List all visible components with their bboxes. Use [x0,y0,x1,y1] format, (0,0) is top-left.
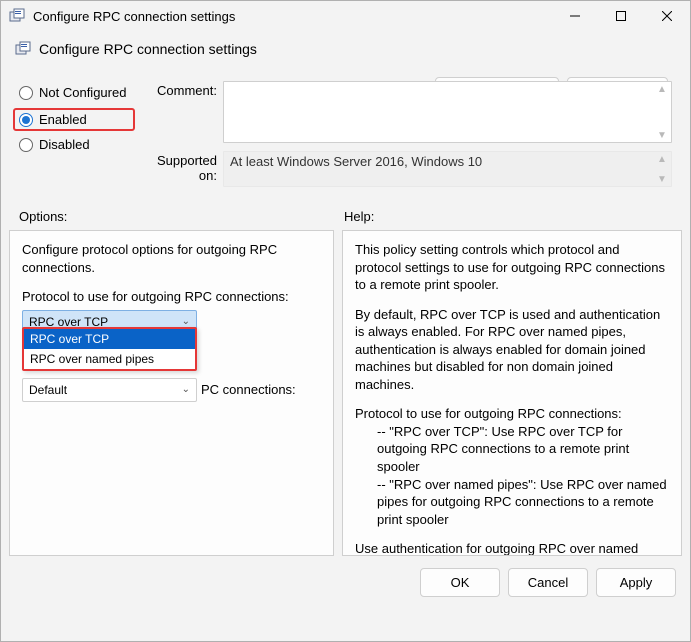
auth-label-trailing: PC connections: [201,381,296,399]
app-icon [9,8,25,24]
help-p3a: -- "RPC over TCP": Use RPC over TCP for … [355,423,669,476]
radio-not-configured[interactable]: Not Configured [19,85,129,100]
options-intro: Configure protocol options for outgoing … [22,241,321,276]
header-title: Configure RPC connection settings [39,41,257,57]
window: Configure RPC connection settings Config… [0,0,691,642]
protocol-label: Protocol to use for outgoing RPC connect… [22,288,321,306]
supported-on-box: At least Windows Server 2016, Windows 10… [223,151,672,187]
auth-select[interactable]: Default ⌄ [22,378,197,402]
comment-label: Comment: [139,81,223,98]
help-p3: Protocol to use for outgoing RPC connect… [355,405,669,423]
radio-circle-icon [19,113,33,127]
policy-icon [15,41,31,57]
radio-enabled[interactable]: Enabled [19,112,129,127]
maximize-button[interactable] [598,1,644,31]
scroll-up-icon[interactable]: ▲ [657,84,667,94]
scroll-up-icon[interactable]: ▲ [657,154,667,164]
radio-label: Disabled [39,137,90,152]
chevron-down-icon: ⌄ [182,383,190,397]
supported-label: Supported on: [139,151,223,183]
radio-label: Not Configured [39,85,126,100]
help-panel: This policy setting controls which proto… [342,230,682,556]
header: Configure RPC connection settings [1,31,690,59]
window-title: Configure RPC connection settings [33,9,552,24]
comment-input[interactable]: ▲ ▼ [223,81,672,143]
scroll-down-icon[interactable]: ▼ [657,130,667,140]
help-p4: Use authentication for outgoing RPC over… [355,540,669,556]
radio-label: Enabled [39,112,87,127]
help-p2: By default, RPC over TCP is used and aut… [355,306,669,394]
apply-button[interactable]: Apply [596,568,676,597]
state-radio-group: Not Configured Enabled Disabled [19,81,129,195]
cancel-button[interactable]: Cancel [508,568,588,597]
radio-circle-icon [19,86,33,100]
scroll-down-icon[interactable]: ▼ [657,174,667,184]
protocol-option-named-pipes[interactable]: RPC over named pipes [24,349,195,369]
radio-circle-icon [19,138,33,152]
supported-value: At least Windows Server 2016, Windows 10 [230,154,482,169]
ok-button[interactable]: OK [420,568,500,597]
radio-dot-icon [22,116,30,124]
close-button[interactable] [644,1,690,31]
radio-disabled[interactable]: Disabled [19,137,129,152]
help-p3b: -- "RPC over named pipes": Use RPC over … [355,476,669,529]
options-label: Options: [19,209,344,224]
minimize-button[interactable] [552,1,598,31]
titlebar: Configure RPC connection settings [1,1,690,31]
options-panel: Configure protocol options for outgoing … [9,230,334,556]
help-p1: This policy setting controls which proto… [355,241,669,294]
auth-select-value: Default [29,382,182,398]
protocol-dropdown-list: RPC over TCP RPC over named pipes [22,327,197,371]
enabled-highlight: Enabled [13,108,135,131]
footer: OK Cancel Apply [1,556,690,609]
help-text: This policy setting controls which proto… [355,241,669,556]
help-label: Help: [344,209,672,224]
protocol-option-tcp[interactable]: RPC over TCP [24,329,195,349]
